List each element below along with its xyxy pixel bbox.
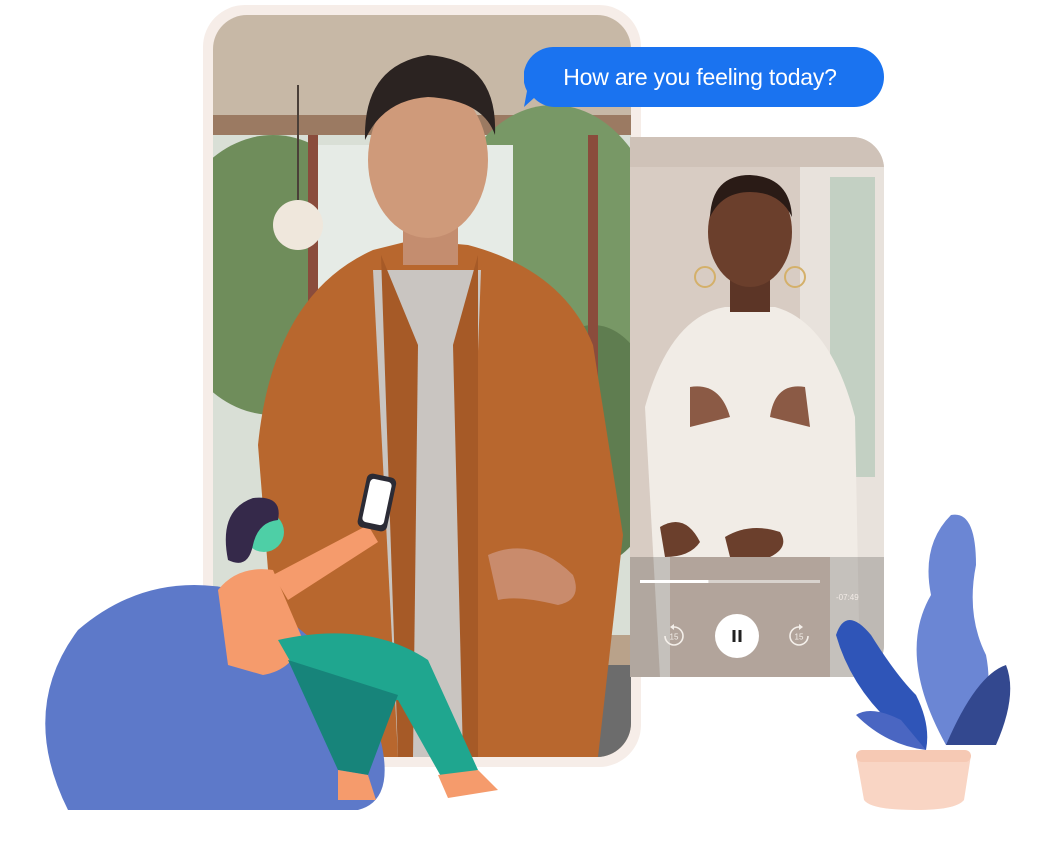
rewind-15-icon[interactable]: 15 — [660, 622, 688, 650]
progress-fill — [640, 580, 709, 583]
pause-icon — [732, 630, 742, 642]
pause-button[interactable] — [715, 614, 759, 658]
bean-bag-woman-illustration — [45, 473, 498, 810]
forward-seconds-label: 15 — [795, 633, 804, 642]
chat-message: How are you feeling today? — [563, 63, 837, 90]
potted-plant-illustration — [836, 514, 1011, 810]
rewind-seconds-label: 15 — [670, 633, 679, 642]
forward-15-icon[interactable]: 15 — [785, 622, 813, 650]
